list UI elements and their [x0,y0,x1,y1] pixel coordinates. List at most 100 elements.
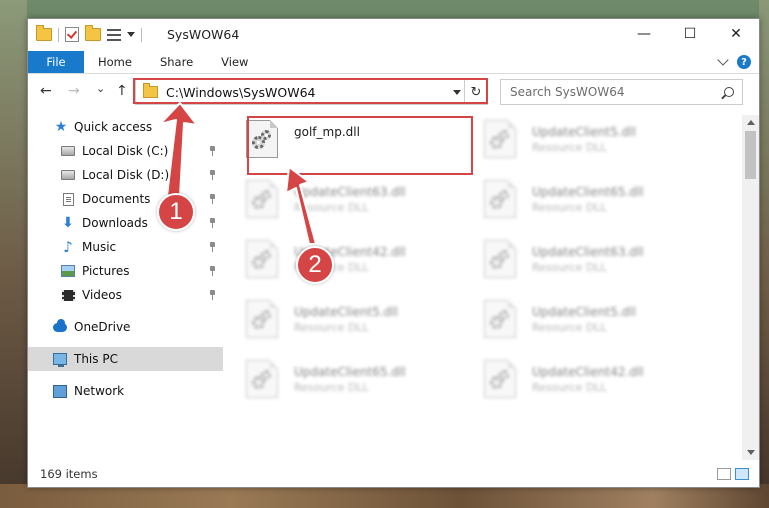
file-name: UpdateClient63.dll [532,245,644,259]
sidebar-item-network[interactable]: Network [28,379,223,403]
dll-file-icon [484,180,516,218]
downloads-icon: ⬇ [62,215,74,231]
step-marker-2: 2 [296,246,334,284]
file-type: Resource DLL [532,261,607,274]
videos-icon [61,288,75,302]
dll-file-icon [484,240,516,278]
navigation-pane: ★ Quick access Local Disk (C:) Local Dis… [28,115,223,460]
sidebar-item-videos[interactable]: Videos [28,283,223,307]
file-item[interactable]: UpdateClient65.dll Resource DLL [224,355,449,411]
back-arrow-icon[interactable]: ← [40,83,52,99]
scroll-down-icon[interactable] [747,450,755,455]
file-item[interactable]: UpdateClient5.dll Resource DLL [462,295,687,351]
sidebar-item-quick-access[interactable]: ★ Quick access [28,115,223,139]
address-bar-highlight [133,78,488,104]
dll-file-icon [246,180,278,218]
file-item[interactable]: UpdateClient42.dll Resource DLL [462,355,687,411]
file-name: UpdateClient5.dll [294,305,398,319]
pictures-icon [61,264,75,278]
file-type: Resource DLL [532,141,607,154]
sidebar-item-label: Videos [82,288,122,302]
tab-file[interactable]: File [28,51,84,73]
window-controls: — ☐ ✕ [621,19,759,49]
pin-icon [208,242,217,252]
recent-locations-icon[interactable]: ⌄ [96,82,105,95]
step-marker-1: 1 [157,193,195,231]
title-bar: SysWOW64 — ☐ ✕ [28,19,759,51]
network-icon [53,384,67,398]
properties-check-icon[interactable] [65,27,79,42]
file-type: Resource DLL [294,201,369,214]
details-view-icon[interactable] [717,468,731,480]
new-folder-icon[interactable] [85,25,101,41]
this-pc-icon [53,352,67,367]
tab-home[interactable]: Home [84,51,146,73]
ribbon-tabs: File Home Share View ? [28,51,759,74]
dll-file-icon [246,300,278,338]
file-type: Resource DLL [294,381,369,394]
customize-icon[interactable] [107,28,121,41]
file-type: Resource DLL [294,321,369,334]
sidebar-item-this-pc[interactable]: This PC [28,347,223,371]
pin-icon [208,266,217,276]
search-box[interactable]: Search SysWOW64 [500,79,743,105]
dll-file-icon [246,240,278,278]
sidebar-item-label: Local Disk (C:) [82,144,169,158]
sidebar-item-label: Local Disk (D:) [82,168,170,182]
file-item[interactable]: UpdateClient63.dll Resource DLL [462,235,687,291]
file-highlight [247,116,473,175]
large-icons-view-icon[interactable] [735,468,749,480]
window-title: SysWOW64 [167,27,240,42]
file-item[interactable]: UpdateClient5.dll Resource DLL [462,115,687,171]
file-item[interactable]: UpdateClient42.dll Resource DLL [224,235,449,291]
file-type: Resource DLL [532,201,607,214]
file-item[interactable]: UpdateClient65.dll Resource DLL [462,175,687,231]
file-name: UpdateClient5.dll [532,125,636,139]
sidebar-item-onedrive[interactable]: OneDrive [28,315,223,339]
file-item[interactable]: UpdateClient5.dll Resource DLL [224,295,449,351]
file-name: UpdateClient5.dll [532,305,636,319]
dll-file-icon [484,120,516,158]
qat-dropdown-icon[interactable] [127,32,135,37]
maximize-button[interactable]: ☐ [667,19,713,49]
forward-arrow-icon[interactable]: → [68,83,80,99]
dll-file-icon [484,300,516,338]
sidebar-item-label: OneDrive [74,320,131,334]
search-icon[interactable] [724,87,734,97]
scrollbar-thumb[interactable] [745,131,756,179]
tab-share[interactable]: Share [146,51,207,73]
file-type: Resource DLL [532,321,607,334]
drive-icon [61,168,75,182]
pin-icon [208,194,217,204]
documents-icon [61,192,75,206]
expand-ribbon-icon[interactable] [717,54,729,66]
vertical-scrollbar[interactable] [742,115,759,460]
scroll-up-icon[interactable] [747,120,755,125]
close-button[interactable]: ✕ [713,19,759,49]
dll-file-icon [484,360,516,398]
folder-icon [36,25,52,41]
drive-icon [61,144,75,158]
up-arrow-icon[interactable]: ↑ [116,83,128,99]
quick-access-star-icon: ★ [54,119,68,135]
file-name: UpdateClient65.dll [294,365,406,379]
sidebar-item-music[interactable]: ♪ Music [28,235,223,259]
file-item[interactable]: UpdateClient63.dll Resource DLL [224,175,449,231]
sidebar-item-label: Quick access [74,120,153,134]
sidebar-item-local-disk-d[interactable]: Local Disk (D:) [28,163,223,187]
sidebar-item-label: Network [74,384,125,398]
desktop-background-left [0,0,27,508]
tab-view[interactable]: View [207,51,262,73]
sidebar-item-label: Pictures [82,264,130,278]
sidebar-item-label: Documents [82,192,151,206]
pin-icon [208,170,217,180]
search-input[interactable]: Search SysWOW64 [510,85,724,99]
minimize-button[interactable]: — [621,19,667,49]
sidebar-item-pictures[interactable]: Pictures [28,259,223,283]
music-icon: ♪ [63,238,73,256]
sidebar-item-label: Music [82,240,117,254]
dll-file-icon [246,360,278,398]
item-count: 169 items [40,467,98,481]
sidebar-item-local-disk-c[interactable]: Local Disk (C:) [28,139,223,163]
help-icon[interactable]: ? [737,55,751,69]
